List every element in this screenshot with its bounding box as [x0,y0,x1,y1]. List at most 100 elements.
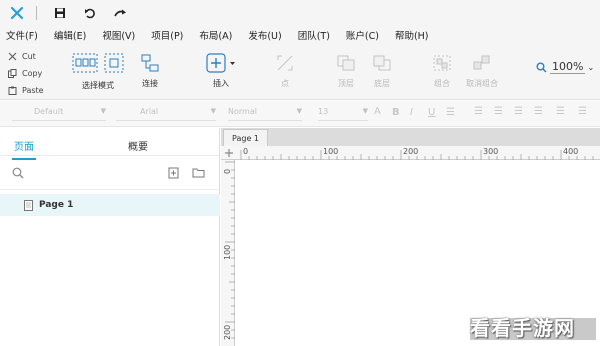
ruler-h-label-100: 100 [323,147,339,156]
font-weight-select[interactable]: Normal ▼ [228,107,302,121]
menu-publish[interactable]: 发布(U) [248,28,281,42]
ruler-h-label-200: 200 [403,147,419,156]
style-select[interactable]: Default ▼ [12,107,106,121]
tab-page-1[interactable]: Page 1 [223,129,268,146]
scissors-icon [8,52,17,61]
ruler-h-label-0: 0 [243,147,249,156]
save-icon[interactable] [52,5,68,21]
title-separator [36,6,37,20]
connect-label: 连接 [142,79,158,88]
ruler-v-label-200: 200 [223,324,232,340]
align-middle-icon[interactable]: ☰ [578,106,587,117]
menu-file[interactable]: 文件(F) [6,28,38,42]
page-search-bar [0,156,219,190]
menu-help[interactable]: 帮助(H) [395,28,429,42]
font-size-select[interactable]: 13 ▼ [318,107,368,121]
select-mode-button[interactable] [72,50,98,76]
align-right-icon[interactable]: ☰ [514,106,523,117]
insert-label: 插入 [213,79,229,88]
cut-label: Cut [22,52,36,61]
align-justify-icon[interactable]: ☰ [534,106,543,117]
size-caret-icon: ▼ [362,107,368,115]
clipboard-icon [8,86,17,95]
font-size-value: 13 [318,107,329,116]
search-icon[interactable] [12,167,24,179]
vertical-ruler: 0 100 200 [221,160,235,346]
point-button[interactable]: 点 [276,50,294,89]
title-bar [0,0,600,26]
watermark-text: 看看手游网 [470,316,575,340]
redo-icon[interactable] [112,5,128,21]
tab-outline[interactable]: 概要 [128,138,148,153]
page-item-label: Page 1 [39,200,74,210]
style-value: Default [34,107,64,116]
tab-pages[interactable]: 页面 [12,138,36,160]
copy-icon [8,69,17,78]
bullet-list-icon[interactable]: ☰ [446,107,455,118]
align-top-icon[interactable]: ☰ [556,106,565,117]
copy-button[interactable]: Copy [8,65,60,82]
bold-icon[interactable]: B [392,107,400,118]
menu-team[interactable]: 团队(T) [298,28,330,42]
add-folder-icon[interactable] [192,167,205,178]
underline-icon[interactable]: U [428,107,435,118]
menu-bar: 文件(F) 编辑(E) 视图(V) 项目(P) 布局(A) 发布(U) 团队(T… [0,26,600,44]
ruler-v-label-100: 100 [223,244,232,260]
insert-plus-icon [206,50,236,76]
align-center-icon[interactable]: ☰ [494,106,503,117]
font-caret-icon: ▼ [210,107,216,115]
ungroup-button[interactable]: 取消组合 [466,50,498,89]
ruler-h-label-400: 400 [563,147,579,156]
ungroup-icon [472,50,492,76]
canvas-tab-strip: Page 1 [221,128,600,146]
copy-label: Copy [22,69,43,78]
top-label: 顶层 [338,79,354,88]
group-label: 组合 [434,79,450,88]
panel-tabs: 页面 概要 [0,128,219,160]
point-label: 点 [281,79,289,88]
bring-to-front-button[interactable]: 顶层 [336,50,356,89]
ruler-v-label-0: 0 [223,168,232,174]
zoom-control[interactable]: 100% ⌄ [536,60,594,74]
zoom-value[interactable]: 100% [550,60,586,74]
undo-icon[interactable] [82,5,98,21]
ungroup-label: 取消组合 [466,79,498,88]
add-page-icon[interactable] [168,167,179,179]
cut-button[interactable]: Cut [8,48,60,65]
font-family-select[interactable]: Arial ▼ [116,107,216,121]
text-color-icon[interactable]: A [374,106,381,117]
font-weight-value: Normal [228,107,257,116]
italic-icon[interactable]: I [410,107,413,118]
page-tree-item[interactable]: Page 1 [0,194,220,216]
menu-project[interactable]: 项目(P) [151,28,183,42]
axure-logo-icon [6,2,28,24]
select-contained-button[interactable] [104,50,124,76]
weight-caret-icon: ▼ [296,107,302,115]
ruler-h-label-300: 300 [483,147,499,156]
select-mode-label: 选择模式 [82,81,114,90]
paste-label: Paste [22,86,44,95]
menu-account[interactable]: 账户(C) [346,28,379,42]
align-left-icon[interactable]: ☰ [474,106,483,117]
connect-button[interactable]: 连接 [140,50,160,89]
menu-edit[interactable]: 编辑(E) [54,28,86,42]
menu-view[interactable]: 视图(V) [102,28,135,42]
paste-button[interactable]: Paste [8,82,60,99]
insert-button[interactable]: 插入 [206,50,236,89]
select-contained-icon [104,50,124,76]
send-back-icon [372,50,392,76]
send-to-back-button[interactable]: 底层 [372,50,392,89]
bring-front-icon [336,50,356,76]
select-mode-icon [72,50,98,76]
bottom-label: 底层 [374,79,390,88]
font-family-value: Arial [140,107,159,116]
clipboard-group: Cut Copy Paste [8,48,60,99]
zoom-search-icon [536,62,547,73]
menu-layout[interactable]: 布局(A) [199,28,232,42]
style-caret-icon: ▼ [100,107,106,115]
point-icon [276,50,294,76]
horizontal-ruler: 0 100 200 300 400 [221,146,600,160]
main-toolbar: Cut Copy Paste 选择模式 连接 插入 点 顶层 底层 组合 取消组… [0,44,600,100]
group-button[interactable]: 组合 [432,50,452,89]
zoom-dropdown-icon[interactable]: ⌄ [587,63,594,72]
